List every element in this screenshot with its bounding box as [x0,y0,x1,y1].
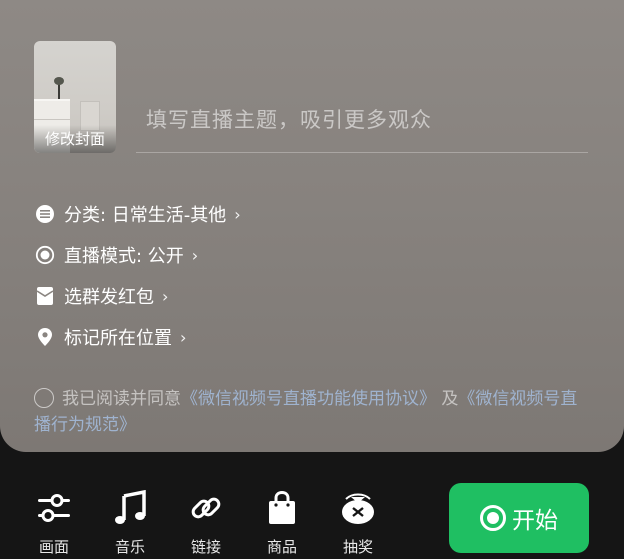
toolbar-products-label: 商品 [266,538,297,556]
toolbar-music[interactable]: 音乐 [102,488,158,556]
agreement-link-protocol[interactable]: 《微信视频号直播功能使用协议》 [181,389,436,409]
option-red-packet[interactable]: 选群发红包 › [34,281,168,311]
radio-mode-icon [34,244,56,266]
agreement-row: 我已阅读并同意《微信视频号直播功能使用协议》 及《微信视频号直播行为规范》 [34,386,594,438]
start-live-label: 开始 [512,508,558,534]
start-live-button[interactable]: 开始 [449,483,589,553]
music-note-icon [102,488,158,528]
toolbar-link-label: 链接 [190,538,221,556]
toolbar-picture-label: 画面 [38,538,69,556]
edit-cover-label[interactable]: 修改封面 [34,125,116,153]
sliders-icon [26,488,82,528]
location-pin-icon [34,326,56,348]
lottery-bag-icon [330,488,386,528]
title-underline [136,152,588,153]
toolbar-products[interactable]: 商品 [254,488,310,556]
option-red-packet-label: 选群发红包 [64,287,154,308]
agreement-checkbox[interactable] [34,388,54,408]
option-live-mode[interactable]: 直播模式: 公开 › [34,240,198,270]
agreement-middle: 及 [436,389,459,409]
cover-image[interactable]: 修改封面 [34,41,116,153]
chevron-right-icon: › [162,286,169,306]
option-category[interactable]: 分类: 日常生活-其他 › [34,199,241,229]
toolbar-picture[interactable]: 画面 [26,488,82,556]
toolbar-lottery[interactable]: 抽奖 [330,488,386,556]
shopping-bag-icon [254,488,310,528]
chevron-right-icon: › [180,327,187,347]
link-icon [178,488,234,528]
option-category-label: 分类: 日常生活-其他 [64,205,227,226]
option-location[interactable]: 标记所在位置 › [34,322,186,352]
list-icon [34,203,56,225]
chevron-right-icon: › [191,245,199,265]
cover-photo-plant [54,77,64,99]
record-icon [480,505,506,531]
live-setup-panel: 修改封面 填写直播主题，吸引更多观众 分类: 日常生活-其他 › 直播模式: 公… [0,0,624,452]
live-title-input[interactable]: 填写直播主题，吸引更多观众 [142,100,588,140]
agreement-prefix: 我已阅读并同意 [62,389,181,409]
toolbar-music-label: 音乐 [114,538,145,556]
toolbar-link[interactable]: 链接 [178,488,234,556]
red-packet-icon [34,285,56,307]
toolbar-lottery-label: 抽奖 [342,538,373,556]
option-live-mode-label: 直播模式: 公开 [64,246,184,267]
option-location-label: 标记所在位置 [64,328,172,349]
chevron-right-icon: › [234,204,241,224]
